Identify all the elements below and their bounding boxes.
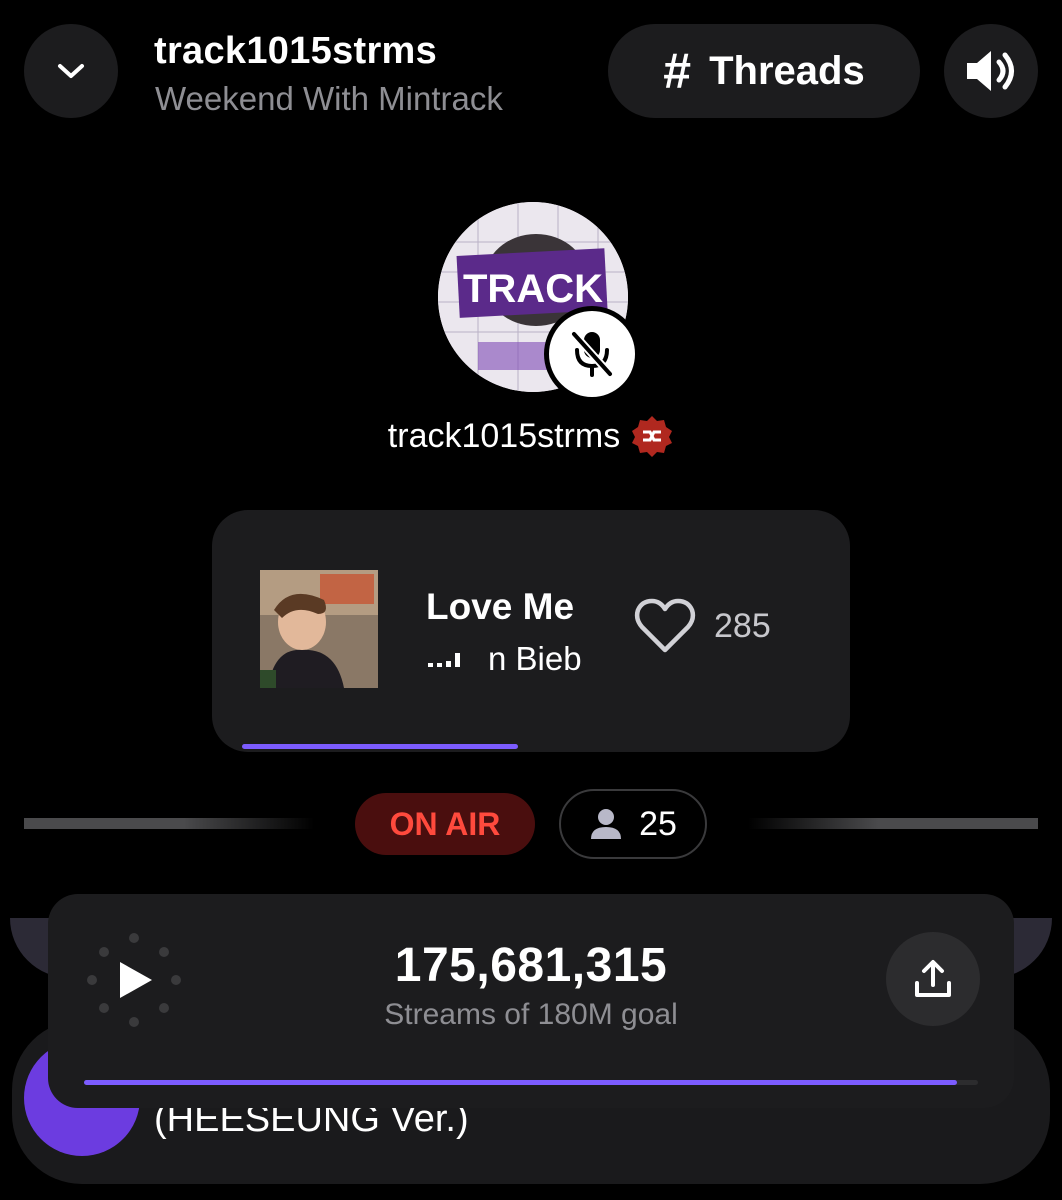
listener-count: 25 [639, 804, 677, 843]
track-progress-bar [242, 744, 518, 749]
chevron-down-icon [58, 64, 84, 78]
avatar-logo-text: TRACK [463, 267, 603, 311]
like-count: 285 [714, 606, 771, 645]
verified-badge-icon [632, 416, 673, 457]
host-name-row: track1015strms [0, 414, 1062, 458]
now-playing-card[interactable]: Love Me n Bieb 285 [212, 510, 850, 752]
divider-right [748, 818, 1038, 829]
person-icon [591, 809, 622, 839]
track-artist-row: n Bieb [428, 640, 588, 678]
threads-button[interactable]: # Threads [608, 24, 920, 118]
stream-goal-card: 175,681,315 Streams of 180M goal [48, 894, 1014, 1108]
track-artist: n Bieb [488, 640, 582, 677]
on-air-badge: ON AIR [355, 793, 535, 855]
stream-count: 175,681,315 [394, 939, 668, 992]
mic-off-icon [570, 330, 614, 378]
speaker-icon [967, 51, 1014, 91]
show-name: Weekend With Mintrack [155, 80, 503, 117]
equalizer-icon [428, 651, 460, 667]
share-icon [915, 960, 951, 997]
goal-progress-fill [84, 1080, 957, 1085]
volume-button[interactable] [944, 24, 1038, 118]
stream-goal-text: Streams of 180M goal [384, 998, 678, 1031]
album-art [260, 570, 378, 688]
heart-icon [634, 598, 696, 653]
host-username: track1015strms [387, 416, 621, 455]
mic-status-badge [544, 306, 640, 402]
share-button[interactable] [886, 932, 980, 1026]
hash-icon: # [663, 43, 692, 99]
collapse-button[interactable] [24, 24, 118, 118]
threads-label: Threads [709, 48, 865, 93]
like-button[interactable]: 285 [634, 598, 771, 654]
divider-left [24, 818, 314, 829]
listeners-button[interactable]: 25 [559, 789, 707, 859]
goal-progress-track [84, 1080, 978, 1085]
track-title: Love Me [426, 586, 575, 627]
station-title: track1015strms [154, 30, 438, 72]
